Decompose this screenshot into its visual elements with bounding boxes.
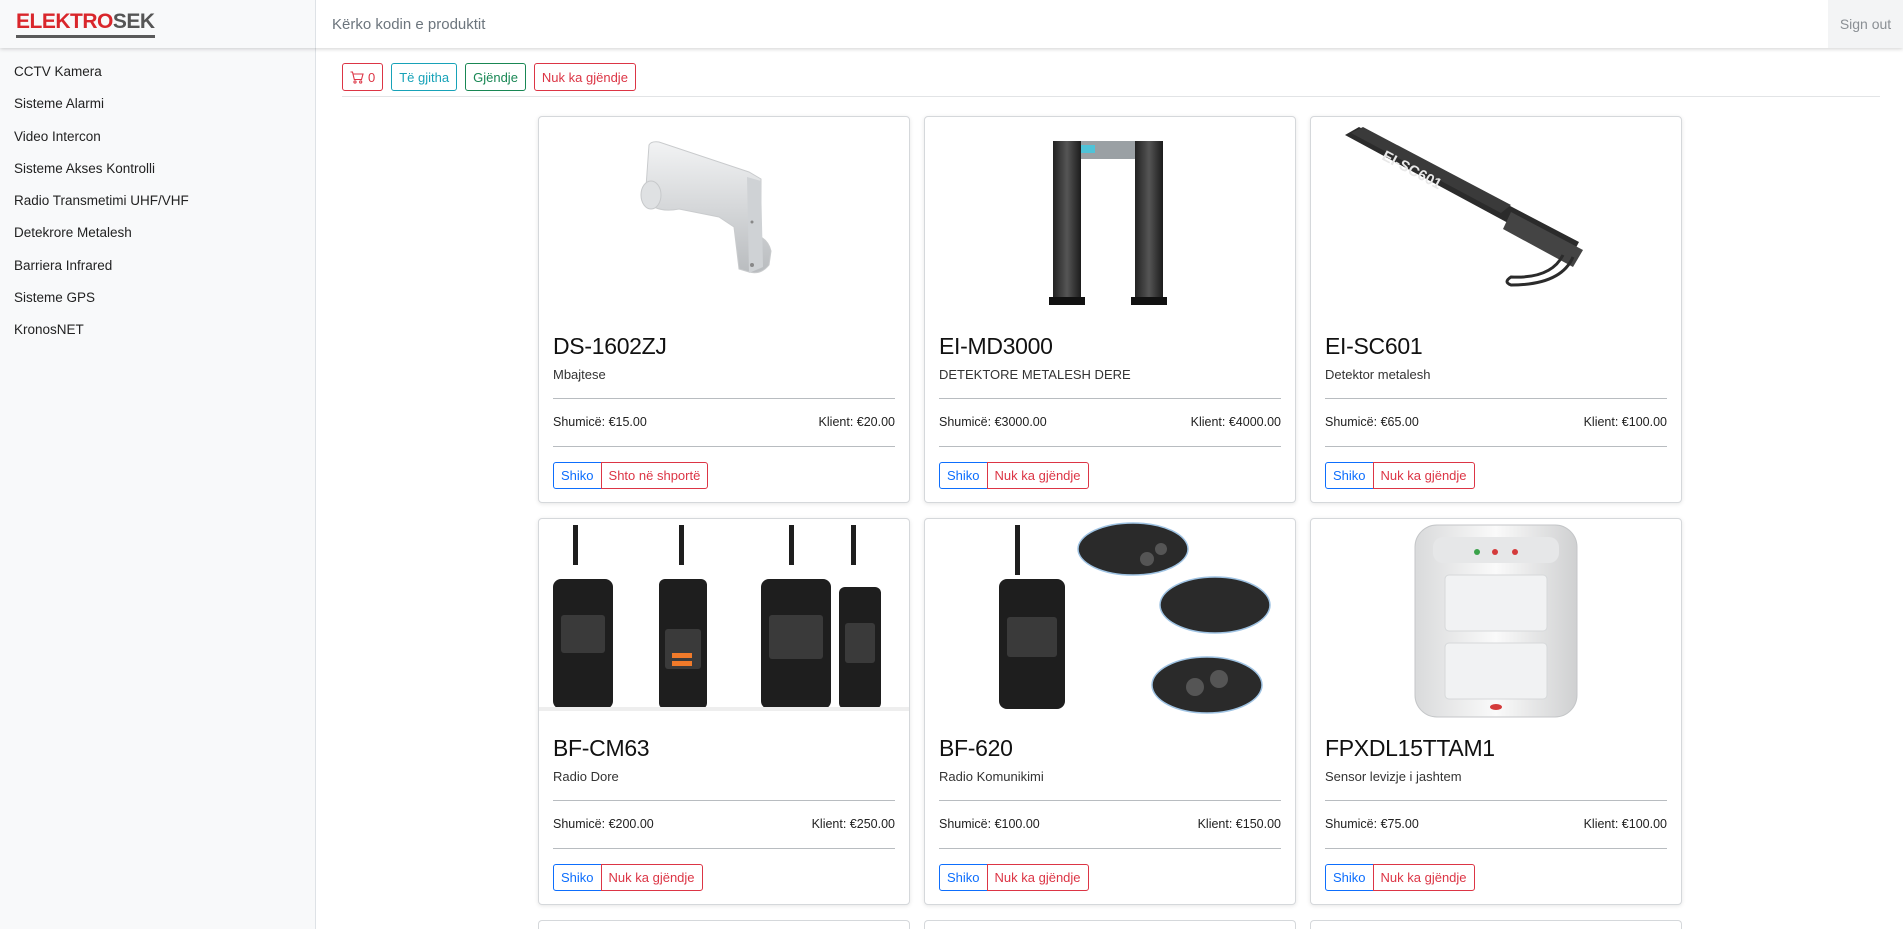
sidebar-item-gps[interactable]: Sisteme GPS (0, 282, 315, 314)
divider (342, 96, 1880, 97)
product-description: Radio Dore (553, 769, 619, 784)
product-code: EI-MD3000 (939, 333, 1053, 359)
sidebar-item-cctv[interactable]: CCTV Kamera (0, 56, 315, 88)
divider (939, 398, 1281, 399)
sidebar-item-radio[interactable]: Radio Transmetimi UHF/VHF (0, 185, 315, 217)
product-description: Radio Komunikimi (939, 769, 1044, 784)
product-code: BF-CM63 (553, 735, 650, 761)
sign-out-button[interactable]: Sign out (1828, 0, 1903, 48)
out-of-stock-button[interactable]: Nuk ka gjëndje (1372, 864, 1475, 891)
product-card: BF-CM63 Radio Dore Shumicë: €200.00 Klie… (538, 518, 910, 905)
divider (553, 848, 895, 849)
brand-part-red: ELEKTRO (16, 9, 113, 33)
sidebar-item-kronosnet[interactable]: KronosNET (0, 314, 315, 346)
product-card: EI-MD3000 DETEKTORE METALESH DERE Shumic… (924, 116, 1296, 503)
out-of-stock-button[interactable]: Nuk ka gjëndje (1372, 462, 1475, 489)
view-button[interactable]: Shiko (553, 864, 602, 891)
wholesale-price: Shumicë: €75.00 (1325, 817, 1419, 831)
divider (1325, 848, 1667, 849)
product-image-handheld-detector[interactable]: EI-SC601 (1311, 117, 1681, 322)
divider (1325, 398, 1667, 399)
card-actions: Shiko Nuk ka gjëndje (939, 462, 1089, 489)
product-image-walk-through-detector[interactable] (925, 117, 1295, 322)
product-code: FPXDL15TTAM1 (1325, 735, 1495, 761)
brand-part-dark: SEK (112, 9, 155, 33)
view-button[interactable]: Shiko (1325, 864, 1374, 891)
client-price: Klient: €20.00 (818, 415, 895, 429)
product-description: Detektor metalesh (1325, 367, 1431, 382)
filter-out-of-stock-button[interactable]: Nuk ka gjëndje (533, 63, 636, 91)
product-image-wall-mount[interactable] (539, 117, 909, 322)
divider (939, 848, 1281, 849)
view-button[interactable]: Shiko (939, 864, 988, 891)
divider (1325, 800, 1667, 801)
client-price: Klient: €250.00 (811, 817, 895, 831)
divider (1325, 446, 1667, 447)
product-code: BF-620 (939, 735, 1013, 761)
card-actions: Shiko Nuk ka gjëndje (1325, 864, 1475, 891)
product-card: EI-SC601 EI-SC601 Detektor metalesh Shum… (1310, 116, 1682, 503)
product-image-radio-communication[interactable] (925, 519, 1295, 724)
product-card-partial[interactable] (924, 920, 1296, 929)
sidebar-item-access-control[interactable]: Sisteme Akses Kontrolli (0, 153, 315, 185)
product-description: Mbajtese (553, 367, 606, 382)
divider (939, 800, 1281, 801)
brand-logo[interactable]: ELEKTROSEK (0, 0, 316, 48)
wholesale-price: Shumicë: €100.00 (939, 817, 1040, 831)
sidebar-item-metal-detectors[interactable]: Detekrore Metalesh (0, 217, 315, 249)
cart-button[interactable]: 0 (342, 63, 384, 91)
sidebar-item-infrared-barrier[interactable]: Barriera Infrared (0, 250, 315, 282)
sidebar-item-alarm[interactable]: Sisteme Alarmi (0, 88, 315, 120)
wholesale-price: Shumicë: €3000.00 (939, 415, 1047, 429)
out-of-stock-button[interactable]: Nuk ka gjëndje (600, 864, 703, 891)
wholesale-price: Shumicë: €200.00 (553, 817, 654, 831)
product-card: BF-620 Radio Komunikimi Shumicë: €100.00… (924, 518, 1296, 905)
filter-all-button[interactable]: Të gjitha (391, 63, 458, 91)
client-price: Klient: €4000.00 (1190, 415, 1281, 429)
product-description: Sensor levizje i jashtem (1325, 769, 1462, 784)
view-button[interactable]: Shiko (939, 462, 988, 489)
cart-count: 0 (368, 69, 376, 85)
out-of-stock-button[interactable]: Nuk ka gjëndje (986, 864, 1089, 891)
filter-bar: 0 Të gjitha Gjëndje Nuk ka gjëndje (342, 63, 636, 91)
divider (939, 446, 1281, 447)
card-actions: Shiko Shto në shportë (553, 462, 709, 489)
divider (553, 446, 895, 447)
product-card-partial[interactable] (1310, 920, 1682, 929)
sidebar: CCTV Kamera Sisteme Alarmi Video Interco… (0, 48, 316, 929)
product-image-motion-sensor[interactable] (1311, 519, 1681, 724)
view-button[interactable]: Shiko (553, 462, 602, 489)
product-image-radios[interactable] (539, 519, 909, 724)
divider (553, 800, 895, 801)
brand-text: ELEKTROSEK (16, 11, 155, 38)
out-of-stock-button[interactable]: Nuk ka gjëndje (986, 462, 1089, 489)
cart-icon (350, 70, 364, 84)
view-button[interactable]: Shiko (1325, 462, 1374, 489)
product-card-partial[interactable] (538, 920, 910, 929)
client-price: Klient: €100.00 (1583, 415, 1667, 429)
product-card: FPXDL15TTAM1 Sensor levizje i jashtem Sh… (1310, 518, 1682, 905)
product-code: DS-1602ZJ (553, 333, 667, 359)
card-actions: Shiko Nuk ka gjëndje (1325, 462, 1475, 489)
wholesale-price: Shumicë: €65.00 (1325, 415, 1419, 429)
card-actions: Shiko Nuk ka gjëndje (939, 864, 1089, 891)
search-input[interactable] (316, 0, 1828, 48)
client-price: Klient: €100.00 (1583, 817, 1667, 831)
top-navbar: ELEKTROSEK Sign out (0, 0, 1903, 48)
wholesale-price: Shumicë: €15.00 (553, 415, 647, 429)
product-description: DETEKTORE METALESH DERE (939, 367, 1131, 382)
divider (553, 398, 895, 399)
add-to-cart-button[interactable]: Shto në shportë (600, 462, 709, 489)
client-price: Klient: €150.00 (1197, 817, 1281, 831)
sidebar-item-video-intercom[interactable]: Video Intercon (0, 121, 315, 153)
product-card: DS-1602ZJ Mbajtese Shumicë: €15.00 Klien… (538, 116, 910, 503)
card-actions: Shiko Nuk ka gjëndje (553, 864, 703, 891)
product-code: EI-SC601 (1325, 333, 1423, 359)
filter-in-stock-button[interactable]: Gjëndje (465, 63, 526, 91)
